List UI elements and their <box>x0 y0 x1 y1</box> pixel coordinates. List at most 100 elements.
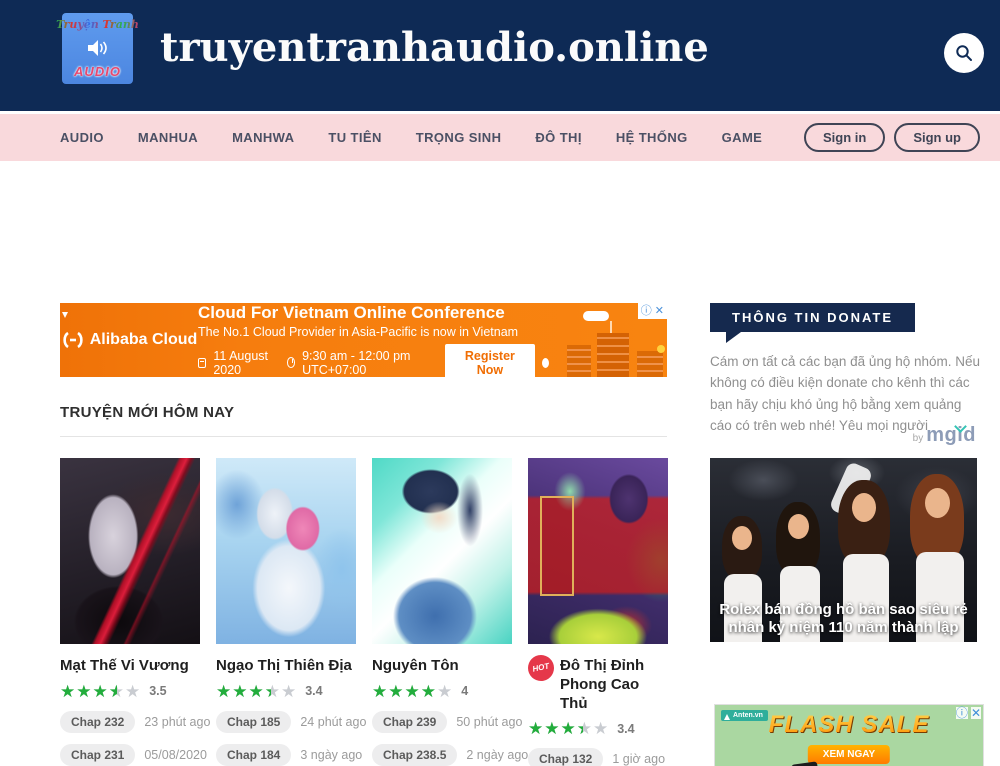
chapter-time: 50 phút ago <box>456 715 522 729</box>
nav-item-tu-tien[interactable]: TU TIÊN <box>328 130 381 145</box>
comic-grid: Mạt Thế Vi Vương ★★★★★ ★★★★★ 3.5 Chap 23… <box>60 458 668 766</box>
rating-value: 3.4 <box>305 684 322 698</box>
star-rating-icon: ★★★★★ ★★★★★ <box>372 683 453 700</box>
comic-card: Ngạo Thị Thiên Địa ★★★★★ ★★★★★ 3.4 Chap … <box>216 458 356 766</box>
mgid-logo: mgid <box>926 424 976 446</box>
chapter-row: Chap 184 3 ngày ago <box>216 744 356 766</box>
rolex-ad-caption: Rolex bán đồng hồ bản sao siêu rẻ nhân k… <box>710 601 977 639</box>
star-rating-icon: ★★★★★ ★★★★★ <box>216 683 297 700</box>
alibaba-bracket-icon <box>61 331 85 349</box>
flash-sale-ad[interactable]: Anten.vn FLASH SALE XEM NGAY ⓘ ✕ <box>714 704 984 766</box>
tree-shape <box>657 345 665 353</box>
nav-items: AUDIO MANHUA MANHWA TU TIÊN TRỌNG SINH Đ… <box>60 130 762 145</box>
comic-title[interactable]: Ngạo Thị Thiên Địa <box>216 657 356 676</box>
comic-card: Nguyên Tôn ★★★★★ ★★★★★ 4 Chap 239 50 phú… <box>372 458 512 766</box>
chapter-button[interactable]: Chap 231 <box>60 744 135 766</box>
page: Truyện Tranh AUDIO truyentranhaudio.onli… <box>0 0 1000 766</box>
ad-choices-controls: ⓘ ✕ <box>638 303 667 319</box>
comic-title[interactable]: HOT Đô Thị Đỉnh Phong Cao Thủ <box>528 657 668 713</box>
chapter-row: Chap 132 1 giờ ago <box>528 748 668 766</box>
star-rating-icon: ★★★★★ ★★★★★ <box>60 683 141 700</box>
site-title[interactable]: truyentranhaudio.online <box>160 24 709 71</box>
ad-close-icon[interactable]: ✕ <box>655 306 664 317</box>
mgid-by-label: by <box>913 433 924 444</box>
rating-value: 4 <box>461 684 468 698</box>
chapter-button[interactable]: Chap 184 <box>216 744 291 766</box>
rating-row: ★★★★★ ★★★★★ 3.4 <box>528 720 668 737</box>
ad-close-icon[interactable]: ✕ <box>971 707 981 719</box>
comic-cover[interactable] <box>528 458 668 644</box>
nav-item-audio[interactable]: AUDIO <box>60 130 104 145</box>
chapter-row: Chap 239 50 phút ago <box>372 711 512 733</box>
ad-banner-time: 9:30 am - 12:00 pm UTC+07:00 <box>302 349 426 377</box>
alibaba-cloud-label: Alibaba Cloud <box>90 331 198 349</box>
chapter-row: Chap 232 23 phút ago <box>60 711 200 733</box>
logo-text: Truyện Tranh <box>56 18 139 31</box>
nav-item-game[interactable]: GAME <box>722 130 763 145</box>
chapter-time: 2 ngày ago <box>466 748 528 762</box>
rolex-native-ad[interactable]: Rolex bán đồng hồ bản sao siêu rẻ nhân k… <box>710 458 977 642</box>
comic-card: Mạt Thế Vi Vương ★★★★★ ★★★★★ 3.5 Chap 23… <box>60 458 200 766</box>
chapter-row: Chap 231 05/08/2020 <box>60 744 200 766</box>
chapter-row: Chap 185 24 phút ago <box>216 711 356 733</box>
section-title: TRUYỆN MỚI HÔM NAY <box>60 404 667 437</box>
comic-title[interactable]: Mạt Thế Vi Vương <box>60 657 200 676</box>
ad-banner-title: Cloud For Vietnam Online Conference <box>198 303 549 323</box>
main-nav: AUDIO MANHUA MANHWA TU TIÊN TRỌNG SINH Đ… <box>0 114 1000 161</box>
rating-row: ★★★★★ ★★★★★ 3.5 <box>60 683 200 700</box>
nav-item-trong-sinh[interactable]: TRỌNG SINH <box>416 130 502 145</box>
rating-value: 3.5 <box>149 684 166 698</box>
sign-up-button[interactable]: Sign up <box>894 123 980 152</box>
comic-title[interactable]: Nguyên Tôn <box>372 657 512 676</box>
sign-in-button[interactable]: Sign in <box>804 123 885 152</box>
register-now-button[interactable]: Register Now <box>445 344 535 378</box>
chapter-button[interactable]: Chap 239 <box>372 711 447 733</box>
logo-audio-label: AUDIO <box>74 64 121 79</box>
comic-cover[interactable] <box>60 458 200 644</box>
hot-badge: HOT <box>526 653 557 684</box>
ad-banner-subtitle: The No.1 Cloud Provider in Asia-Pacific … <box>198 325 549 339</box>
chapter-button[interactable]: Chap 232 <box>60 711 135 733</box>
ad-banner-text: Cloud For Vietnam Online Conference The … <box>198 303 549 377</box>
phone-shape <box>791 761 821 766</box>
nav-item-do-thi[interactable]: ĐÔ THỊ <box>535 130 581 145</box>
search-button[interactable] <box>944 33 984 73</box>
flash-sale-title: FLASH SALE <box>715 711 983 739</box>
xem-ngay-button[interactable]: XEM NGAY <box>808 745 890 764</box>
nav-item-manhwa[interactable]: MANHWA <box>232 130 294 145</box>
ad-info-icon[interactable]: ⓘ <box>641 306 652 317</box>
alibaba-cloud-logo: Alibaba Cloud <box>60 331 198 349</box>
comic-cover[interactable] <box>372 458 512 644</box>
donate-heading: THÔNG TIN DONATE <box>710 303 915 332</box>
chapter-time: 23 phút ago <box>144 715 210 729</box>
chapter-time: 1 giờ ago <box>612 752 665 766</box>
chapter-button[interactable]: Chap 238.5 <box>372 744 457 766</box>
ad-choices-controls: ⓘ ✕ <box>956 707 981 719</box>
building-shape <box>597 333 629 377</box>
chapter-button[interactable]: Chap 132 <box>528 748 603 766</box>
calendar-icon <box>198 358 206 368</box>
ad-banner-date: 11 August 2020 <box>213 349 273 377</box>
site-logo[interactable]: Truyện Tranh AUDIO <box>62 13 133 84</box>
nav-item-he-thong[interactable]: HỆ THỐNG <box>616 130 688 145</box>
ad-info-icon[interactable]: ⓘ <box>956 707 968 719</box>
mgid-attribution[interactable]: bymgid <box>710 424 976 447</box>
building-shape <box>567 345 591 377</box>
chapter-time: 05/08/2020 <box>144 748 207 762</box>
chapter-time: 3 ngày ago <box>300 748 362 762</box>
comic-card: HOT Đô Thị Đỉnh Phong Cao Thủ ★★★★★ ★★★★… <box>528 458 668 766</box>
rating-value: 3.4 <box>617 722 634 736</box>
calligraphy-panel <box>540 496 574 596</box>
building-shape <box>637 351 663 377</box>
location-pin-icon <box>542 358 549 368</box>
chapter-row: Chap 238.5 2 ngày ago <box>372 744 512 766</box>
rating-row: ★★★★★ ★★★★★ 3.4 <box>216 683 356 700</box>
nav-item-manhua[interactable]: MANHUA <box>138 130 198 145</box>
star-rating-icon: ★★★★★ ★★★★★ <box>528 720 609 737</box>
chapter-button[interactable]: Chap 185 <box>216 711 291 733</box>
alibaba-ad-banner[interactable]: Alibaba Cloud Cloud For Vietnam Online C… <box>60 303 667 377</box>
speaker-icon <box>87 39 109 57</box>
comic-cover[interactable] <box>216 458 356 644</box>
chapter-time: 24 phút ago <box>300 715 366 729</box>
rating-row: ★★★★★ ★★★★★ 4 <box>372 683 512 700</box>
